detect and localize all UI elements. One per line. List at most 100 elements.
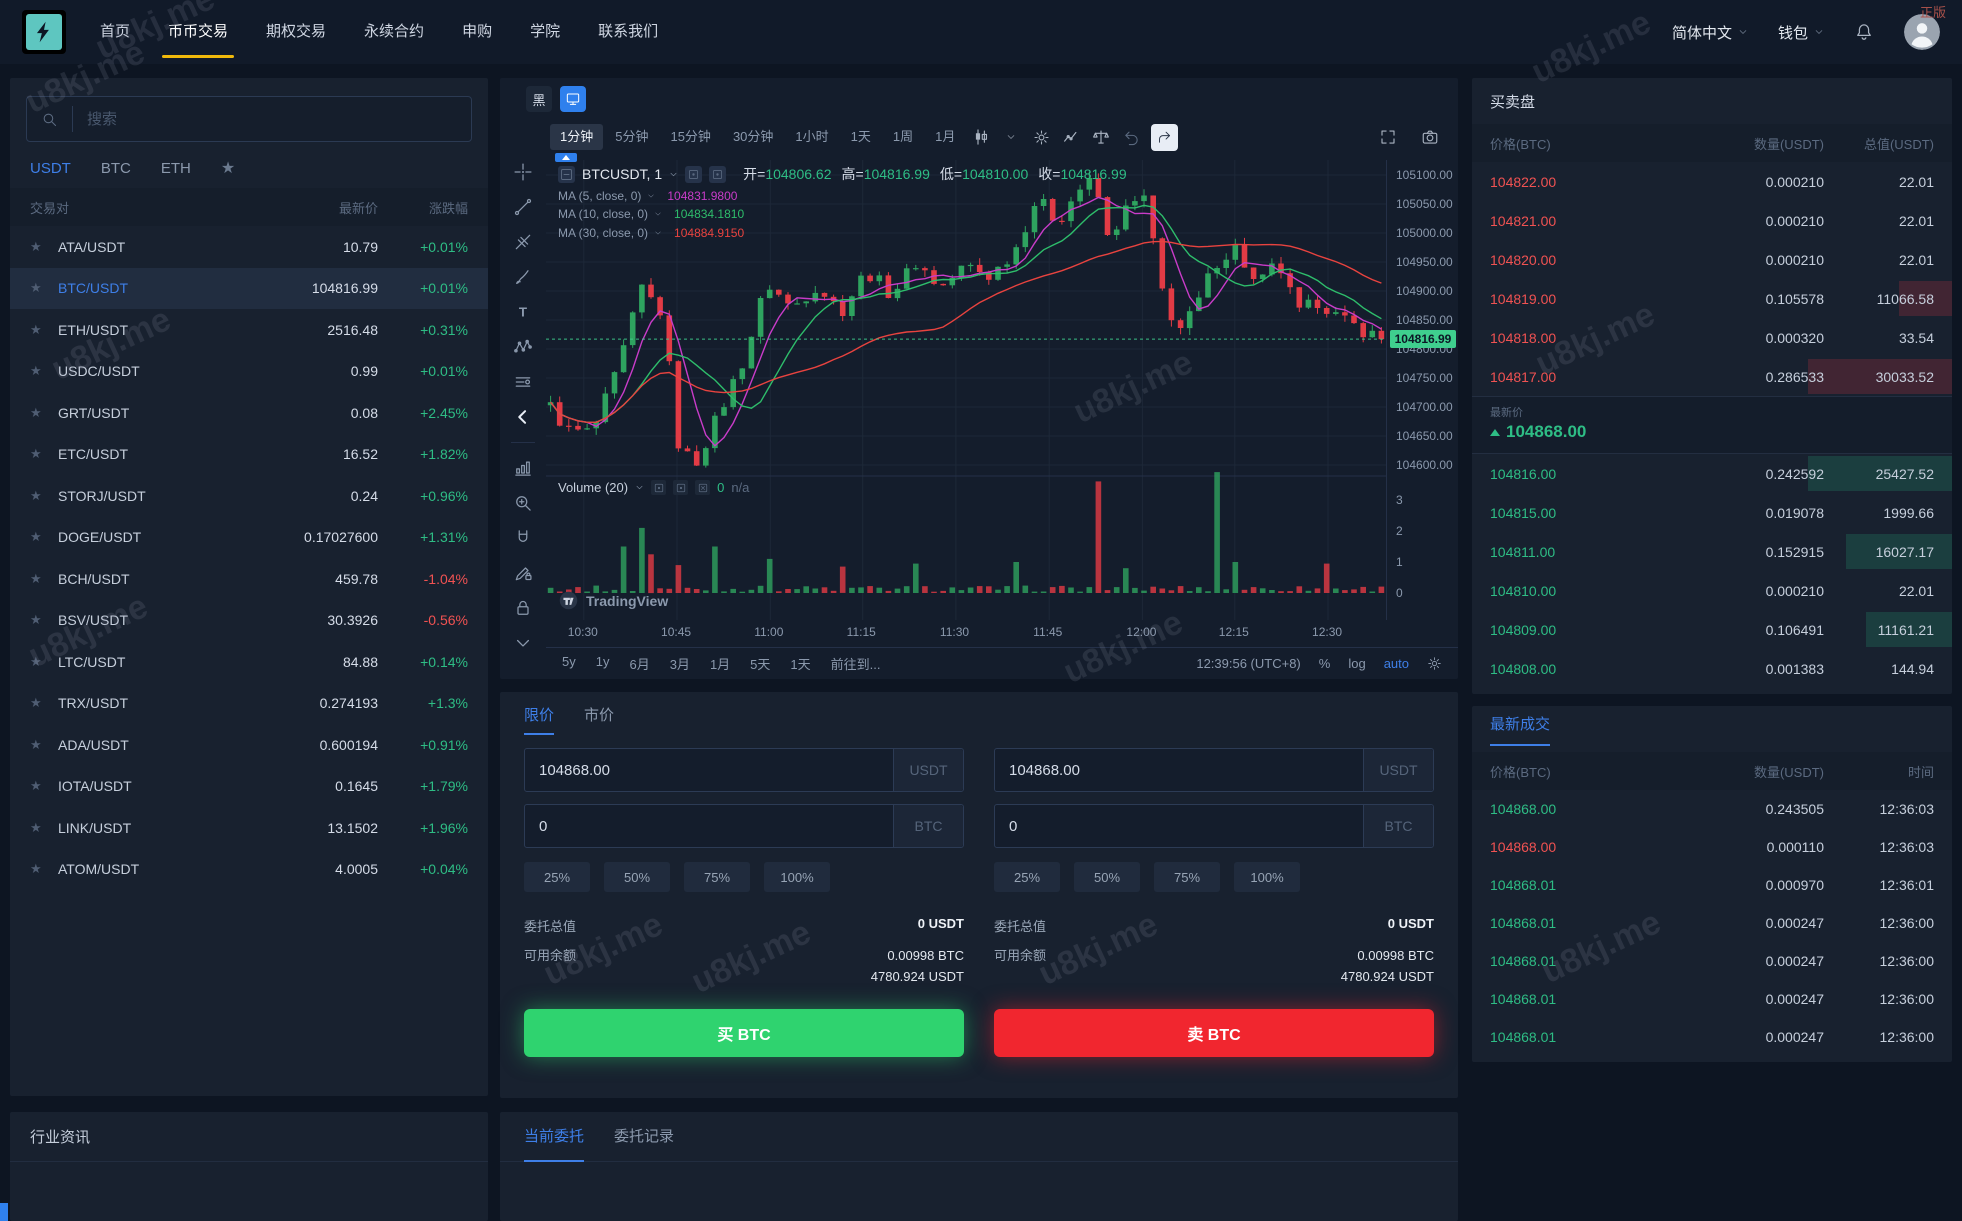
volume-eye-icon[interactable]: [651, 480, 666, 495]
pair-row[interactable]: ★DOGE/USDT0.17027600+1.31%: [10, 517, 488, 559]
trade-row[interactable]: 104868.000.00011012:36:03: [1472, 828, 1952, 866]
chevron-down-icon[interactable]: [669, 170, 678, 179]
measure-icon[interactable]: [513, 372, 533, 392]
orders-tab-当前委托[interactable]: 当前委托: [524, 1112, 584, 1162]
sell-button[interactable]: 卖 BTC: [994, 1009, 1434, 1057]
chevdown-icon[interactable]: [513, 633, 533, 653]
pair-row[interactable]: ★TRX/USDT0.274193+1.3%: [10, 683, 488, 725]
sell-percent-25%[interactable]: 25%: [994, 862, 1060, 892]
range-1y[interactable]: 1y: [596, 654, 610, 673]
interval-30分钟[interactable]: 30分钟: [723, 124, 783, 150]
sell-percent-100%[interactable]: 100%: [1234, 862, 1300, 892]
crosshair-icon[interactable]: [513, 162, 533, 182]
range-5天[interactable]: 5天: [750, 654, 770, 673]
market-tab-BTC[interactable]: BTC: [101, 160, 131, 177]
trades-title[interactable]: 最新成交: [1490, 713, 1550, 746]
market-tab-USDT[interactable]: USDT: [30, 160, 71, 177]
bid-row[interactable]: 104811.000.15291516027.17: [1472, 532, 1952, 571]
pair-row[interactable]: ★ATA/USDT10.79+0.01%: [10, 226, 488, 268]
undo-icon[interactable]: [1117, 124, 1145, 150]
favorite-star-icon[interactable]: ★: [30, 861, 50, 877]
buy-percent-75%[interactable]: 75%: [684, 862, 750, 892]
pair-row[interactable]: ★LTC/USDT84.88+0.14%: [10, 641, 488, 683]
favorite-star-icon[interactable]: ★: [30, 446, 50, 462]
trade-row[interactable]: 104868.010.00024712:36:00: [1472, 980, 1952, 1018]
pair-row[interactable]: ★GRT/USDT0.08+2.45%: [10, 392, 488, 434]
fullscreen-icon[interactable]: [1374, 124, 1402, 150]
orders-tab-委托记录[interactable]: 委托记录: [614, 1112, 674, 1162]
buy-percent-100%[interactable]: 100%: [764, 862, 830, 892]
bid-row[interactable]: 104815.000.0190781999.66: [1472, 493, 1952, 532]
magnet-icon[interactable]: [513, 528, 533, 548]
pair-row[interactable]: ★BCH/USDT459.78-1.04%: [10, 558, 488, 600]
interval-5分钟[interactable]: 5分钟: [605, 124, 658, 150]
interval-1天[interactable]: 1天: [841, 124, 881, 150]
trade-row[interactable]: 104868.000.24350512:36:03: [1472, 790, 1952, 828]
pair-row[interactable]: ★LINK/USDT13.1502+1.96%: [10, 807, 488, 849]
pencillock-icon[interactable]: [513, 563, 533, 583]
range-前往到...[interactable]: 前往到...: [831, 654, 881, 673]
volume-close-icon[interactable]: [695, 480, 710, 495]
nav-item-期权交易[interactable]: 期权交易: [266, 0, 326, 64]
favorite-star-icon[interactable]: ★: [30, 488, 50, 504]
lock-icon[interactable]: [513, 598, 533, 618]
pair-row[interactable]: ★IOTA/USDT0.1645+1.79%: [10, 766, 488, 808]
sell-price-input[interactable]: [995, 749, 1363, 791]
nav-item-币币交易[interactable]: 币币交易: [168, 0, 228, 64]
pair-row[interactable]: ★BTC/USDT104816.99+0.01%: [10, 268, 488, 310]
favorite-star-icon[interactable]: ★: [30, 280, 50, 296]
symbol-label[interactable]: BTCUSDT, 1: [582, 166, 662, 182]
ask-row[interactable]: 104820.000.00021022.01: [1472, 240, 1952, 279]
range-1天[interactable]: 1天: [790, 654, 810, 673]
favorite-star-icon[interactable]: ★: [30, 322, 50, 338]
interval-1周[interactable]: 1周: [883, 124, 923, 150]
compare-icon[interactable]: [1087, 124, 1115, 150]
text-icon[interactable]: T: [513, 302, 533, 322]
share-button[interactable]: [1151, 124, 1178, 151]
order-tab-市价[interactable]: 市价: [584, 704, 614, 735]
candle-type-icon[interactable]: [967, 124, 995, 150]
favorite-star-icon[interactable]: ★: [30, 529, 50, 545]
ma-label[interactable]: MA (5, close, 0): [558, 189, 641, 203]
favorite-star-icon[interactable]: ★: [30, 737, 50, 753]
ask-row[interactable]: 104818.000.00032033.54: [1472, 318, 1952, 357]
market-tab-ETH[interactable]: ETH: [161, 160, 191, 177]
buy-percent-25%[interactable]: 25%: [524, 862, 590, 892]
search-input[interactable]: [73, 111, 471, 128]
ma-label[interactable]: MA (30, close, 0): [558, 226, 648, 240]
ask-row[interactable]: 104822.000.00021022.01: [1472, 162, 1952, 201]
language-dropdown[interactable]: 简体中文: [1672, 22, 1748, 43]
chevron-down-icon[interactable]: [635, 483, 644, 492]
range-3月[interactable]: 3月: [670, 654, 690, 673]
ask-row[interactable]: 104821.000.00021022.01: [1472, 201, 1952, 240]
time-axis[interactable]: 10:3010:4511:0011:1511:3011:4512:0012:15…: [546, 622, 1386, 644]
indicators-icon[interactable]: [1057, 124, 1085, 150]
volume-label[interactable]: Volume (20): [558, 480, 628, 495]
favorite-star-icon[interactable]: ★: [30, 571, 50, 587]
nav-item-永续合约[interactable]: 永续合约: [364, 0, 424, 64]
favorite-star-icon[interactable]: ★: [30, 695, 50, 711]
range-6月[interactable]: 6月: [629, 654, 649, 673]
log-scale-button[interactable]: log: [1348, 656, 1365, 671]
nav-item-学院[interactable]: 学院: [530, 0, 560, 64]
order-tab-限价[interactable]: 限价: [524, 704, 554, 735]
bid-row[interactable]: 104808.000.001383144.94: [1472, 649, 1952, 688]
range-1月[interactable]: 1月: [710, 654, 730, 673]
bid-row[interactable]: 104810.000.00021022.01: [1472, 571, 1952, 610]
percent-scale-button[interactable]: %: [1319, 656, 1331, 671]
legend-eye-icon[interactable]: [685, 166, 702, 183]
favorite-star-icon[interactable]: ★: [30, 405, 50, 421]
pattern-icon[interactable]: [513, 337, 533, 357]
buy-amount-input[interactable]: [525, 805, 893, 847]
trade-row[interactable]: 104868.010.00024712:36:00: [1472, 1018, 1952, 1056]
buy-percent-50%[interactable]: 50%: [604, 862, 670, 892]
trade-row[interactable]: 104868.010.00024712:36:00: [1472, 904, 1952, 942]
camera-icon[interactable]: [1416, 124, 1444, 150]
legend-settings-icon[interactable]: [709, 166, 726, 183]
range-5y[interactable]: 5y: [562, 654, 576, 673]
interval-1月[interactable]: 1月: [925, 124, 965, 150]
ask-row[interactable]: 104819.000.10557811066.58: [1472, 279, 1952, 318]
nav-item-申购[interactable]: 申购: [462, 0, 492, 64]
price-unit[interactable]: USDT: [1363, 749, 1433, 791]
sell-percent-75%[interactable]: 75%: [1154, 862, 1220, 892]
